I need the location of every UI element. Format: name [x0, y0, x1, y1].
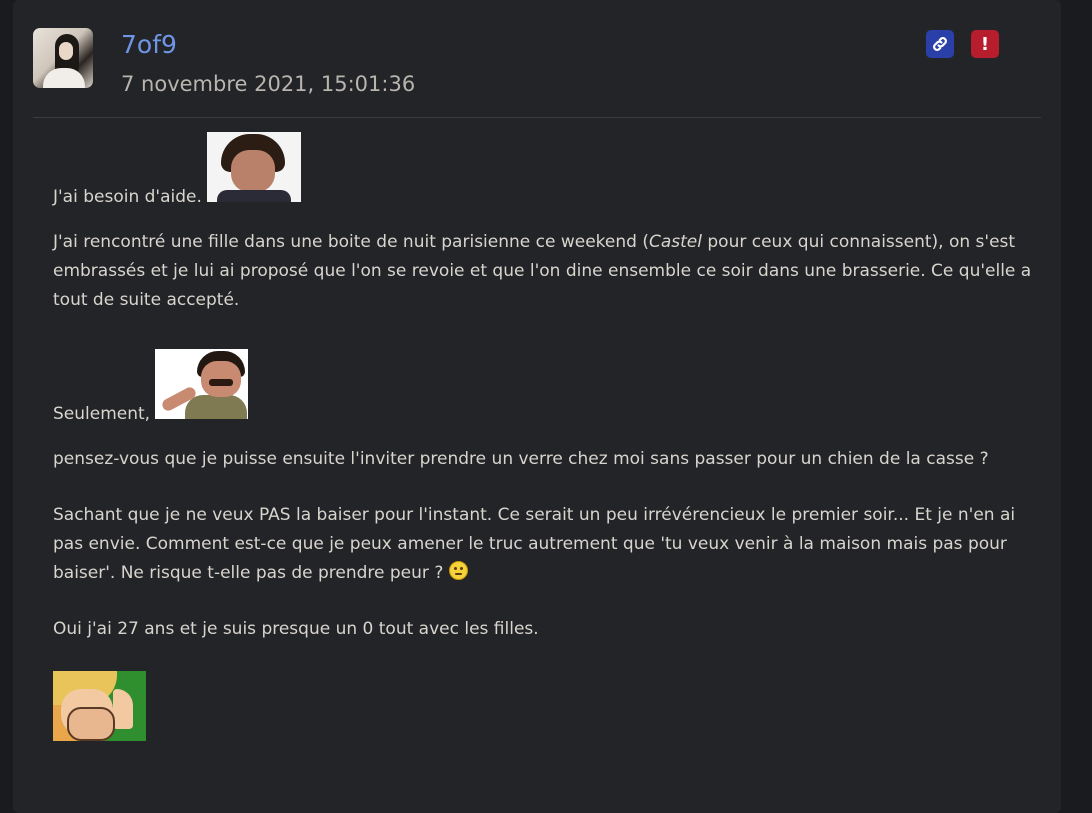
- paragraph-4-text: pensez-vous que je puisse ensuite l'invi…: [53, 449, 989, 469]
- sticker-image-1: [207, 132, 302, 202]
- paragraph-5: Sachant que je ne veux PAS la baiser pou…: [53, 501, 1033, 588]
- paragraph-2: J'ai rencontré une fille dans une boite …: [53, 228, 1033, 315]
- permalink-button[interactable]: [926, 30, 954, 58]
- paragraph-2-text-before: J'ai rencontré une fille dans une boite …: [53, 232, 649, 252]
- paragraph-1-text: J'ai besoin d'aide.: [53, 187, 202, 207]
- paragraph-5-text: Sachant que je ne veux PAS la baiser pou…: [53, 505, 1016, 583]
- username-link[interactable]: 7of9: [121, 30, 177, 59]
- worried-emoji-icon: [448, 561, 468, 580]
- paragraph-3-text: Seulement,: [53, 404, 151, 424]
- sticker-image-3: [53, 671, 146, 741]
- exclamation-icon: !: [980, 33, 990, 55]
- post-card: 7of9 7 novembre 2021, 15:01:36 ! J'ai be…: [13, 0, 1061, 813]
- paragraph-1: J'ai besoin d'aide.: [53, 132, 1033, 212]
- avatar-face: [59, 42, 73, 60]
- paragraph-6-text: Oui j'ai 27 ans et je suis presque un 0 …: [53, 619, 539, 639]
- avatar[interactable]: [33, 28, 93, 88]
- paragraph-3: Seulement,: [53, 349, 1033, 429]
- avatar-body: [43, 68, 85, 88]
- paragraph-2-emphasis: Castel: [648, 232, 702, 252]
- sticker-image-2: [155, 349, 249, 419]
- link-icon: [933, 37, 947, 51]
- paragraph-6: Oui j'ai 27 ans et je suis presque un 0 …: [53, 615, 1033, 644]
- post-timestamp: 7 novembre 2021, 15:01:36: [121, 72, 416, 96]
- paragraph-4: pensez-vous que je puisse ensuite l'invi…: [53, 445, 1033, 474]
- report-button[interactable]: !: [971, 30, 999, 58]
- post-header: [33, 0, 1041, 118]
- post-body: J'ai besoin d'aide. J'ai rencontré une f…: [53, 130, 1033, 751]
